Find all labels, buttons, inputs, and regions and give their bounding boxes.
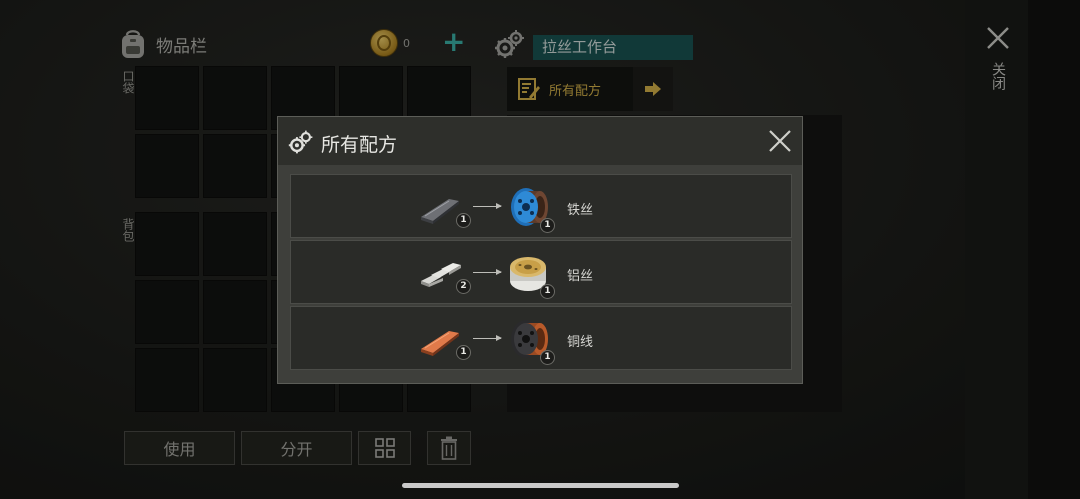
input-item: 1 (419, 193, 471, 229)
input-item: 2 (419, 259, 471, 295)
arrow-icon (473, 335, 502, 341)
modal-title: 所有配方 (321, 134, 398, 156)
output-item: 1 (506, 185, 555, 233)
recipe-row[interactable]: 2 1 铝丝 (290, 240, 792, 304)
recipes-modal: 所有配方 1 1 铁丝 2 1 铝丝 1 1 铜线 (277, 116, 803, 384)
arrow-icon (473, 203, 502, 209)
input-count: 2 (456, 279, 471, 294)
input-count: 1 (456, 213, 471, 228)
close-icon[interactable] (768, 129, 792, 153)
recipe-row[interactable]: 1 1 铜线 (290, 306, 792, 370)
output-item: 1 (506, 317, 555, 365)
output-count: 1 (540, 350, 555, 365)
recipe-name: 铝丝 (567, 269, 594, 284)
input-item: 1 (419, 325, 471, 361)
recipe-row[interactable]: 1 1 铁丝 (290, 174, 792, 238)
gears-icon (288, 130, 313, 154)
output-count: 1 (540, 284, 555, 299)
home-indicator[interactable] (402, 483, 679, 488)
output-count: 1 (540, 218, 555, 233)
recipe-name: 铁丝 (567, 203, 594, 218)
arrow-icon (473, 269, 502, 275)
output-item: 1 (506, 251, 555, 299)
recipe-name: 铜线 (567, 335, 594, 350)
input-count: 1 (456, 345, 471, 360)
